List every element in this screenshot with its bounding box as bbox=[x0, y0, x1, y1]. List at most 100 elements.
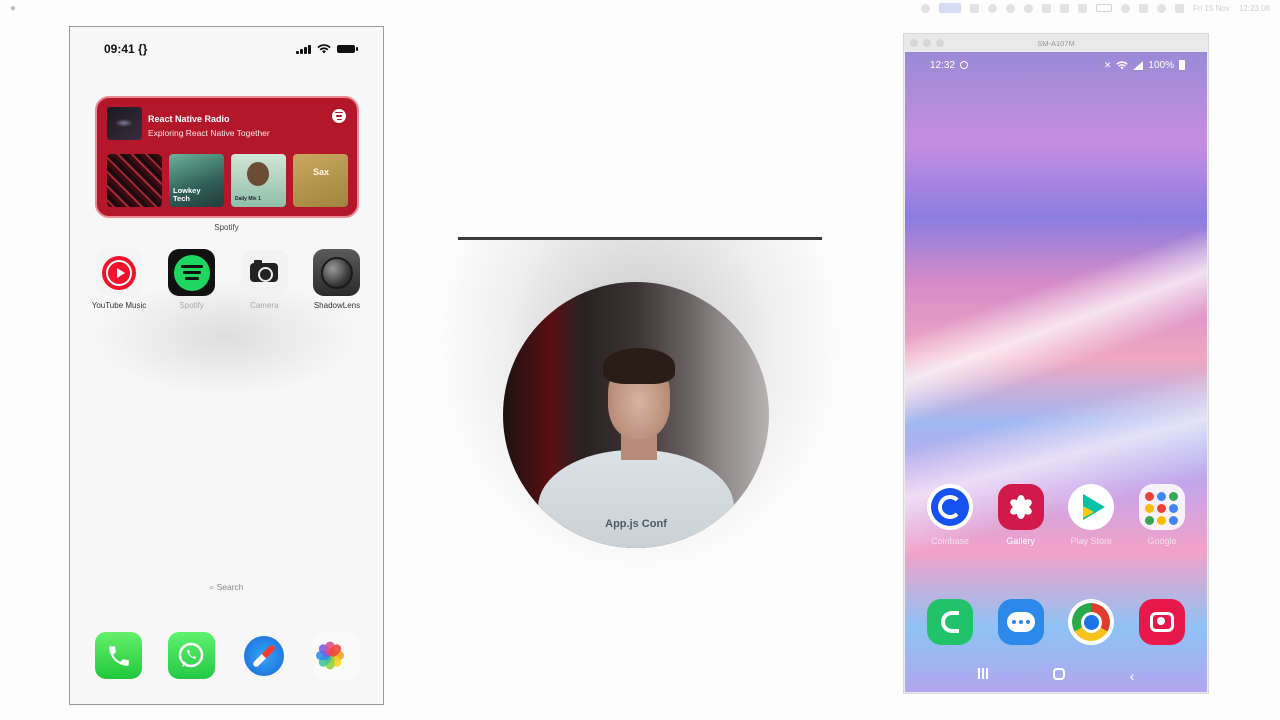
app-chrome[interactable] bbox=[1056, 599, 1126, 645]
play-store-icon[interactable] bbox=[1068, 484, 1115, 530]
podcast-cover bbox=[107, 107, 142, 140]
app-gallery[interactable]: Gallery bbox=[986, 484, 1056, 546]
app-label: Camera bbox=[250, 301, 279, 310]
app-label: YouTube Music bbox=[91, 301, 147, 310]
wifi-icon bbox=[317, 44, 331, 54]
playlist-tile-label: Sax bbox=[313, 167, 330, 177]
wifi-icon[interactable] bbox=[1120, 3, 1130, 13]
playlist-tile[interactable]: Lowkey Tech bbox=[169, 154, 224, 207]
spotlight-search-pill[interactable]: ⌕ Search bbox=[70, 582, 383, 593]
playlist-tile[interactable]: Daily Mix 1 bbox=[231, 154, 286, 207]
menu-extra-icon[interactable] bbox=[1023, 3, 1033, 13]
app-camera[interactable] bbox=[1127, 599, 1197, 645]
messages-icon[interactable] bbox=[997, 599, 1044, 645]
app-label: Gallery bbox=[1006, 536, 1035, 546]
app-label: Play Store bbox=[1070, 536, 1113, 546]
ios-status-bar: 09:41 {} bbox=[70, 41, 383, 57]
coinbase-icon[interactable] bbox=[927, 484, 973, 530]
webcam-frame-edge bbox=[458, 237, 822, 240]
android-app-row: Coinbase Gallery Play Store Google bbox=[915, 484, 1197, 546]
android-dock bbox=[915, 599, 1197, 645]
photos-icon[interactable] bbox=[312, 632, 360, 679]
camera-icon[interactable] bbox=[1138, 599, 1185, 645]
whatsapp-icon[interactable] bbox=[167, 632, 215, 679]
iphone-simulator: 09:41 {} React Native Radio Exploring Re… bbox=[69, 26, 384, 705]
apple-menu-icon[interactable]: ● bbox=[10, 3, 16, 14]
back-icon[interactable]: ‹ bbox=[1130, 668, 1135, 684]
presenter-shirt bbox=[538, 450, 734, 548]
presenter-hair bbox=[603, 348, 675, 384]
menu-bar-status-items: Fri 15 Nov 12:23:08 bbox=[920, 3, 1270, 13]
android-status-bar: 12:32 ✕ 100% bbox=[905, 58, 1207, 72]
youtube-music-icon[interactable] bbox=[95, 249, 143, 296]
google-folder-icon[interactable] bbox=[1138, 484, 1185, 530]
app-label: Coinbase bbox=[930, 536, 970, 546]
android-mirror-window: SM-A107M 12:32 ✕ 100% Coinbase Gallery P… bbox=[904, 34, 1208, 693]
safari-icon[interactable] bbox=[240, 632, 288, 679]
battery-icon bbox=[1179, 60, 1185, 70]
recent-apps-icon[interactable] bbox=[977, 668, 988, 684]
menu-bar-date[interactable]: Fri 15 Nov bbox=[1193, 4, 1230, 13]
widget-title: React Native Radio bbox=[148, 114, 230, 124]
app-google-folder[interactable]: Google bbox=[1127, 484, 1197, 546]
search-label: Search bbox=[216, 582, 244, 592]
phone-icon[interactable] bbox=[927, 599, 973, 645]
camera-icon[interactable] bbox=[240, 249, 288, 296]
gallery-icon[interactable] bbox=[997, 484, 1044, 530]
cellular-signal-icon bbox=[1133, 60, 1144, 70]
spotify-logo-icon bbox=[332, 109, 346, 123]
webcam-bubble[interactable]: App.js Conf bbox=[503, 282, 769, 548]
phone-icon[interactable] bbox=[95, 632, 142, 679]
android-navigation-bar: ‹ bbox=[905, 668, 1207, 684]
app-youtube-music[interactable]: YouTube Music bbox=[88, 249, 150, 310]
shadowlens-icon[interactable] bbox=[313, 249, 361, 296]
app-shadowlens[interactable]: ShadowLens bbox=[306, 249, 368, 310]
app-phone[interactable] bbox=[915, 599, 985, 645]
app-label: Spotify bbox=[179, 301, 204, 310]
playlist-tile[interactable]: Sax bbox=[293, 154, 348, 207]
menu-extra-icon[interactable] bbox=[987, 3, 997, 13]
home-icon[interactable] bbox=[1052, 668, 1065, 680]
menu-extra-icon[interactable] bbox=[1077, 3, 1087, 13]
control-center-icon[interactable] bbox=[1138, 3, 1148, 13]
playlist-tile-label: Lowkey Tech bbox=[173, 186, 201, 203]
menu-bar: ● Fri 15 Nov 12:23:08 bbox=[0, 0, 1280, 16]
spotify-icon[interactable] bbox=[168, 249, 216, 296]
widget-subtitle: Exploring React Native Together bbox=[148, 128, 270, 138]
app-label: ShadowLens bbox=[313, 301, 361, 310]
menu-extra-icon[interactable] bbox=[1174, 3, 1184, 13]
battery-icon[interactable] bbox=[1095, 4, 1112, 12]
menu-extra-icon[interactable] bbox=[969, 3, 979, 13]
app-spotify[interactable]: Spotify bbox=[161, 249, 223, 310]
ios-dock bbox=[95, 632, 360, 679]
battery-percentage: 100% bbox=[1148, 59, 1174, 71]
screen-mirroring-icon[interactable] bbox=[938, 3, 961, 13]
ios-status-time: 09:41 {} bbox=[104, 42, 148, 56]
app-label: Google bbox=[1147, 536, 1177, 546]
search-icon: ⌕ bbox=[209, 582, 215, 592]
window-title: SM-A107M bbox=[1037, 38, 1075, 48]
menu-bar-clock[interactable]: 12:23:08 bbox=[1239, 4, 1270, 13]
ios-app-row: YouTube Music Spotify Camera ShadowLens bbox=[88, 249, 368, 310]
window-titlebar[interactable]: SM-A107M bbox=[904, 34, 1208, 52]
widget-caption: Spotify bbox=[214, 223, 239, 232]
playlist-tile[interactable] bbox=[107, 154, 162, 207]
volume-icon[interactable] bbox=[1041, 3, 1051, 13]
app-coinbase[interactable]: Coinbase bbox=[915, 484, 985, 546]
menu-extra-icon[interactable] bbox=[920, 3, 930, 13]
menu-extra-icon[interactable] bbox=[1005, 3, 1015, 13]
chrome-icon[interactable] bbox=[1068, 599, 1115, 645]
screen-recording-icon bbox=[960, 61, 969, 69]
app-camera[interactable]: Camera bbox=[233, 249, 295, 310]
spotify-widget[interactable]: React Native Radio Exploring React Nativ… bbox=[95, 96, 359, 218]
android-screen[interactable]: 12:32 ✕ 100% Coinbase Gallery Play Store… bbox=[905, 52, 1207, 692]
bluetooth-icon[interactable] bbox=[1059, 3, 1069, 13]
cellular-signal-icon bbox=[296, 44, 311, 54]
battery-icon bbox=[337, 45, 358, 53]
app-messages[interactable] bbox=[986, 599, 1056, 645]
spotlight-search-icon[interactable] bbox=[1156, 3, 1166, 13]
playlist-tiles: Lowkey Tech Daily Mix 1 Sax bbox=[107, 154, 348, 207]
app-play-store[interactable]: Play Store bbox=[1056, 484, 1126, 546]
android-status-time: 12:32 bbox=[930, 59, 956, 71]
playlist-tile-label: Daily Mix 1 bbox=[235, 196, 261, 202]
